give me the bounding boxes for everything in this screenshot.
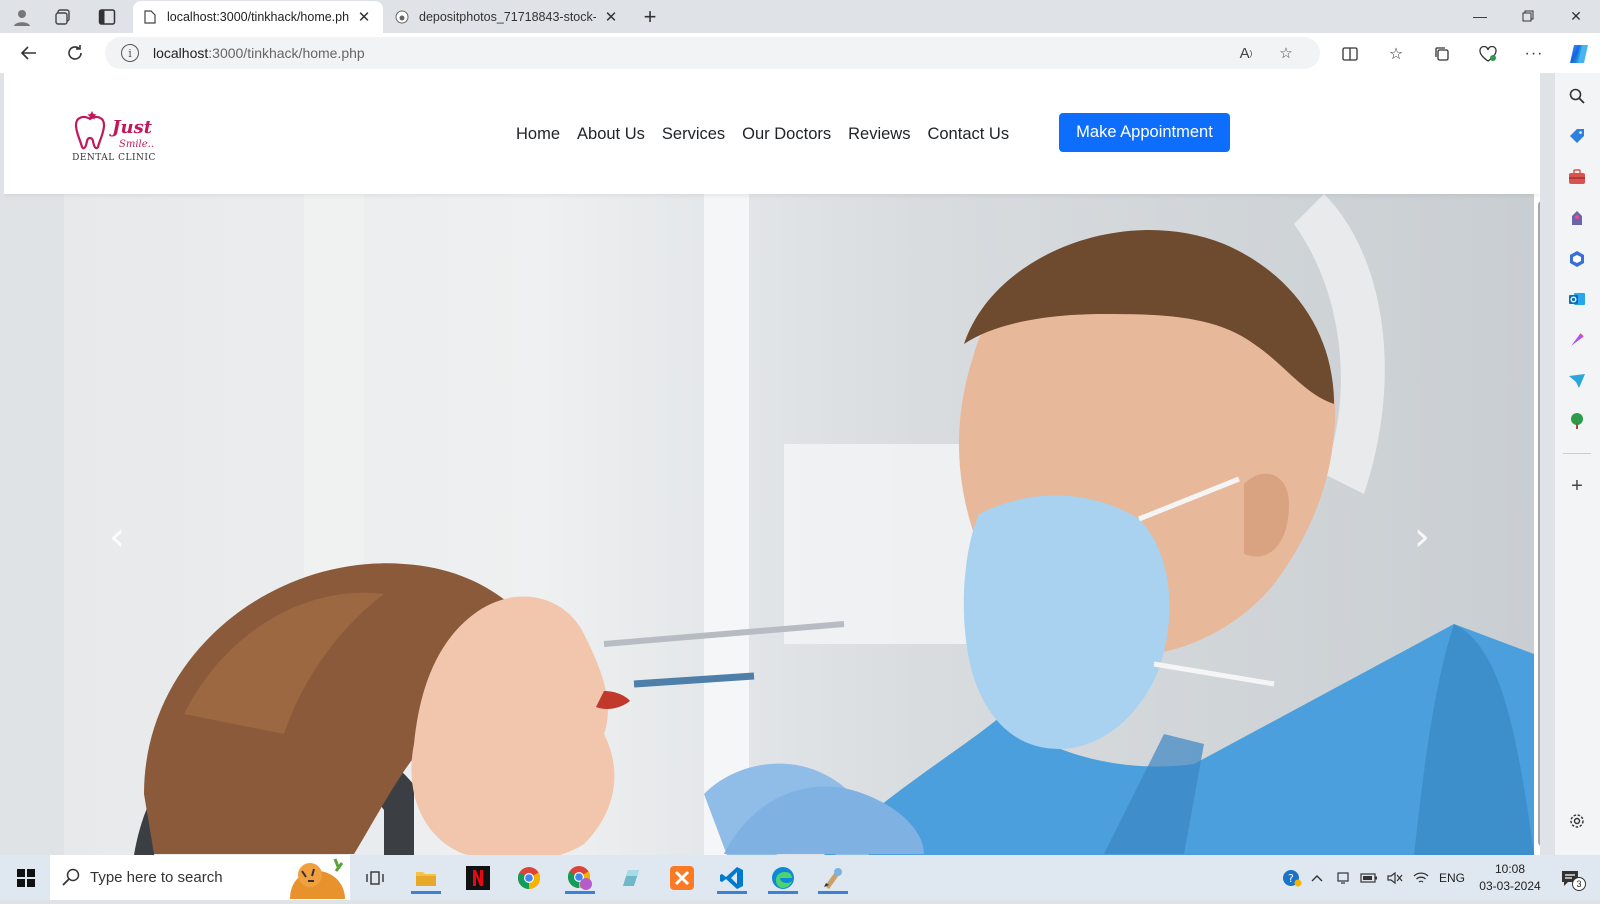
notifications-icon[interactable]: 3	[1550, 869, 1590, 891]
main-nav: Home About Us Services Our Doctors Revie…	[516, 125, 1026, 144]
volume-muted-icon[interactable]	[1382, 871, 1408, 885]
site-header: Just Smile.. DENTAL CLINIC Home About Us…	[4, 73, 1540, 194]
split-screen-icon[interactable]	[1337, 41, 1363, 67]
workspaces-icon[interactable]	[50, 4, 78, 30]
close-icon[interactable]: ✕	[602, 8, 620, 26]
taskbar-search[interactable]: Type here to search	[50, 855, 350, 900]
send-icon[interactable]	[1566, 370, 1588, 392]
chevron-up-icon[interactable]	[1304, 874, 1330, 882]
copilot-icon[interactable]	[1566, 41, 1592, 67]
active-indicator	[411, 891, 441, 894]
xampp-icon[interactable]	[664, 861, 700, 894]
tab-home[interactable]: localhost:3000/tinkhack/home.php ✕	[133, 1, 383, 33]
tools-icon[interactable]	[1566, 166, 1588, 188]
nav-about-us[interactable]: About Us	[577, 125, 645, 144]
settings-gear-icon[interactable]	[1566, 810, 1588, 832]
search-placeholder: Type here to search	[90, 869, 223, 886]
svg-text:Just: Just	[109, 117, 153, 138]
edge-icon[interactable]	[765, 861, 801, 894]
clock-date: 03-03-2024	[1479, 878, 1541, 893]
close-window-icon[interactable]: ✕	[1553, 0, 1599, 32]
tab-strip: localhost:3000/tinkhack/home.php ✕ depos…	[0, 0, 1600, 33]
search-icon[interactable]	[1566, 85, 1588, 107]
active-indicator	[818, 891, 848, 894]
netflix-icon[interactable]	[460, 861, 496, 894]
page-icon	[143, 10, 157, 24]
url-text: localhost:3000/tinkhack/home.php	[153, 45, 365, 61]
nav-our-doctors[interactable]: Our Doctors	[742, 125, 831, 144]
back-icon[interactable]	[14, 39, 44, 67]
tab-title: depositphotos_71718843-stock-p	[419, 10, 596, 24]
read-aloud-icon[interactable]: A)	[1235, 42, 1257, 64]
browser-toolbar: i localhost:3000/tinkhack/home.php A) ☆ …	[0, 33, 1600, 73]
nav-reviews[interactable]: Reviews	[848, 125, 910, 144]
nav-contact-us[interactable]: Contact Us	[927, 125, 1009, 144]
add-icon[interactable]: +	[1566, 475, 1588, 497]
windows-taskbar: Type here to search ? ENG 10:08 03-03-20…	[0, 855, 1600, 900]
nav-home[interactable]: Home	[516, 125, 560, 144]
site-info-icon[interactable]: i	[121, 44, 139, 62]
help-icon[interactable]: ?	[1280, 868, 1304, 888]
tab-title: localhost:3000/tinkhack/home.php	[167, 10, 349, 24]
favorite-star-icon[interactable]: ☆	[1275, 42, 1297, 64]
chrome-profile-icon[interactable]	[562, 861, 598, 894]
site-icon	[395, 10, 409, 24]
sidebar-divider	[1563, 453, 1591, 454]
page-viewport: Just Smile.. DENTAL CLINIC Home About Us…	[4, 73, 1540, 855]
hero-photo	[4, 194, 1534, 855]
restore-icon[interactable]	[1505, 0, 1551, 32]
tooth-logo-icon: Just Smile..	[74, 111, 154, 150]
clock-time: 10:08	[1494, 861, 1526, 876]
microsoft-365-icon[interactable]	[1566, 248, 1588, 270]
minimize-icon[interactable]: —	[1457, 0, 1503, 32]
task-view-icon[interactable]	[357, 861, 393, 894]
tiger-illustration-icon	[270, 857, 350, 904]
nav-services[interactable]: Services	[662, 125, 725, 144]
wifi-icon[interactable]	[1408, 871, 1434, 885]
battery-icon[interactable]	[1356, 872, 1382, 883]
notification-count-badge: 3	[1572, 876, 1586, 891]
outlook-icon[interactable]	[1566, 288, 1588, 310]
clinic-logo[interactable]: Just Smile.. DENTAL CLINIC	[64, 105, 164, 167]
edge-sidebar: +	[1555, 73, 1600, 855]
app-icon[interactable]	[613, 861, 649, 894]
games-icon[interactable]	[1566, 207, 1588, 229]
clock[interactable]: 10:08 03-03-2024	[1470, 861, 1550, 895]
close-icon[interactable]: ✕	[355, 8, 373, 26]
favorites-icon[interactable]: ☆	[1383, 41, 1409, 67]
active-indicator	[717, 891, 747, 894]
active-indicator	[768, 891, 798, 894]
logo-subtitle: DENTAL CLINIC	[72, 153, 156, 163]
meet-now-icon[interactable]	[1330, 871, 1356, 885]
more-menu-icon[interactable]: ···	[1521, 41, 1547, 67]
search-icon	[62, 868, 80, 891]
paint-icon[interactable]	[815, 861, 851, 894]
chrome-icon[interactable]	[511, 861, 547, 894]
system-tray: ? ENG 10:08 03-03-2024 3	[1280, 855, 1590, 900]
carousel-prev-icon[interactable]: ‹	[109, 514, 125, 560]
language-indicator[interactable]: ENG	[1434, 871, 1470, 885]
shopping-tag-icon[interactable]	[1566, 125, 1588, 147]
profile-icon[interactable]	[8, 4, 36, 30]
scrollbar-thumb[interactable]	[1538, 201, 1540, 846]
new-tab-icon[interactable]: +	[636, 4, 664, 30]
windows-start-icon[interactable]	[8, 861, 44, 894]
svg-text:?: ?	[1288, 872, 1294, 885]
svg-text:Smile..: Smile..	[119, 139, 154, 150]
tree-icon[interactable]	[1566, 410, 1588, 432]
vscode-icon[interactable]	[714, 861, 750, 894]
tab-depositphotos[interactable]: depositphotos_71718843-stock-p ✕	[385, 1, 630, 33]
vertical-tabs-icon[interactable]	[93, 4, 121, 30]
collections-icon[interactable]	[1429, 41, 1455, 67]
file-explorer-icon[interactable]	[408, 861, 444, 894]
hero-carousel: ‹ ›	[4, 194, 1534, 855]
carousel-next-icon[interactable]: ›	[1414, 514, 1430, 560]
refresh-icon[interactable]	[60, 39, 90, 67]
scroll-down-icon[interactable]: ▼	[1538, 843, 1540, 852]
active-indicator	[565, 891, 595, 894]
designer-icon[interactable]	[1566, 329, 1588, 351]
address-bar[interactable]: i localhost:3000/tinkhack/home.php A) ☆	[105, 37, 1320, 69]
browser-essentials-icon[interactable]	[1475, 41, 1501, 67]
make-appointment-button[interactable]: Make Appointment	[1059, 113, 1230, 152]
